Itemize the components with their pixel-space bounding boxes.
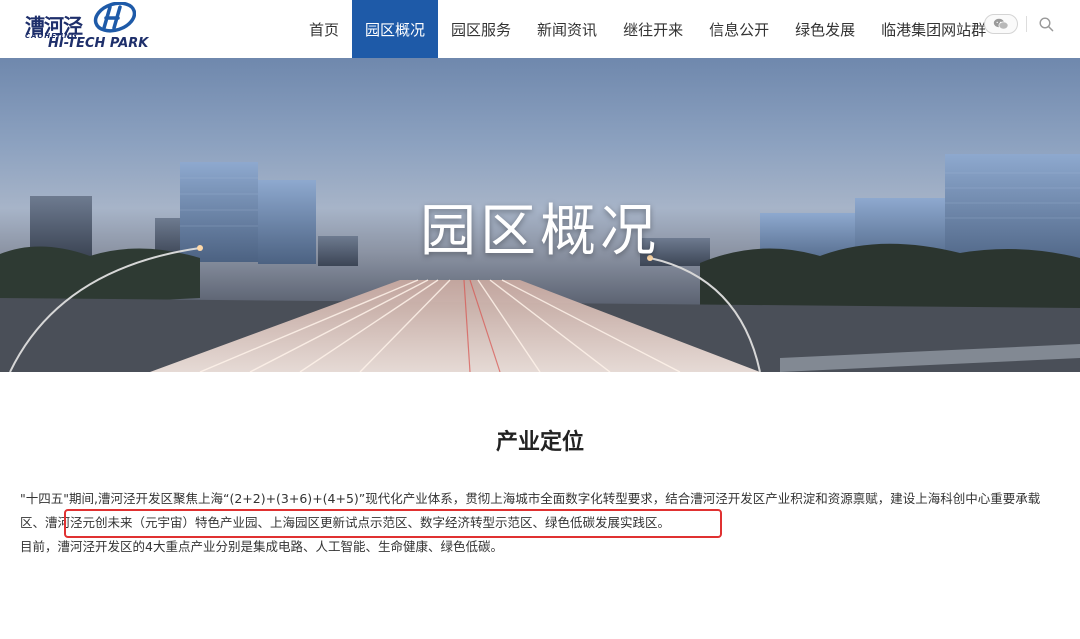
- section-content: "十四五"期间,漕河泾开发区聚焦上海“(2+2)+(3+6)+(4+5)”现代化…: [20, 487, 1064, 559]
- wechat-button[interactable]: [984, 14, 1018, 34]
- nav-item-disclosure[interactable]: 信息公开: [696, 0, 782, 58]
- tools-divider: [1026, 16, 1027, 32]
- nav-item-history[interactable]: 继往开来: [610, 0, 696, 58]
- paragraph-key-industries: 目前，漕河泾开发区的4大重点产业分别是集成电路、人工智能、生命健康、绿色低碳。: [20, 539, 503, 554]
- nav-item-park-overview[interactable]: 园区概况: [352, 0, 439, 58]
- main-nav: 首页 园区概况 园区服务 新闻资讯 继往开来 信息公开 绿色发展 临港集团网站群: [296, 0, 999, 58]
- site-logo[interactable]: 漕河泾 CAOHEJING HI-TECH PARK: [22, 2, 162, 54]
- search-icon: [1038, 16, 1053, 31]
- hero-banner: 园区概况: [0, 58, 1080, 372]
- nav-item-lingang-sites[interactable]: 临港集团网站群: [868, 0, 999, 58]
- logo-english-text: HI-TECH PARK: [48, 36, 149, 51]
- site-header: 漕河泾 CAOHEJING HI-TECH PARK 首页 园区概况 园区服务 …: [0, 0, 1080, 58]
- wechat-icon: [993, 18, 1009, 30]
- nav-item-home[interactable]: 首页: [296, 0, 352, 58]
- section-title: 产业定位: [495, 430, 584, 455]
- header-tools: [984, 13, 1055, 35]
- logo-h-mark-icon: [93, 2, 136, 33]
- banner-title: 园区概况: [420, 199, 660, 264]
- nav-item-green-development[interactable]: 绿色发展: [782, 0, 868, 58]
- search-button[interactable]: [1037, 15, 1055, 33]
- paragraph-positioning: "十四五"期间,漕河泾开发区聚焦上海“(2+2)+(3+6)+(4+5)”现代化…: [20, 487, 1064, 535]
- paragraph-positioning-part2: 漕河泾元创未来（元宇宙）特色产业园、上海园区更新试点示范区、数字经济转型示范区、…: [45, 515, 671, 530]
- nav-item-news[interactable]: 新闻资讯: [524, 0, 610, 58]
- nav-item-park-services[interactable]: 园区服务: [438, 0, 524, 58]
